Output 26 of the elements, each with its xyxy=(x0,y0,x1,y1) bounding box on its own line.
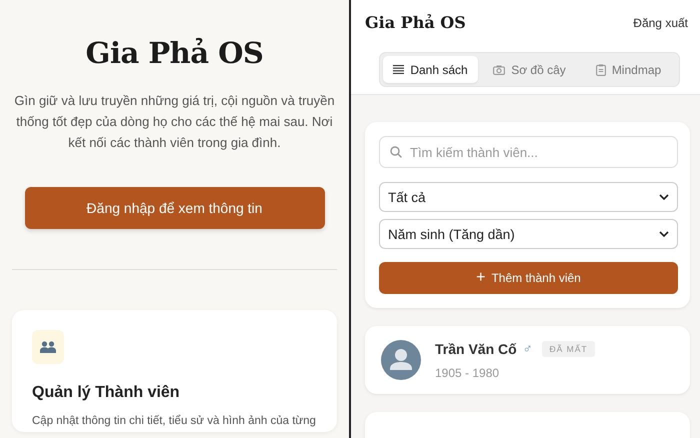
search-field[interactable]: Tìm kiếm thành viên... xyxy=(379,136,678,168)
app-title: Gia Phả OS xyxy=(86,36,264,70)
app-title: Gia Phả OS xyxy=(365,13,466,32)
member-name: Trần Văn Cố xyxy=(435,340,517,356)
status-badge: ĐÃ MẤT xyxy=(542,340,595,356)
view-tab[interactable]: Mindmap xyxy=(581,56,676,83)
member-card[interactable]: Trần Văn Cố ♂ ĐÃ MẤT 1905 - 1980 xyxy=(365,326,690,394)
filter-dropdown[interactable]: Tất cả xyxy=(379,182,678,212)
member-years: 1905 - 1980 xyxy=(435,366,500,380)
clipboard-icon xyxy=(596,64,606,76)
gender-symbol: ♂ xyxy=(522,341,532,356)
feature-description: Cập nhật thông tin chi tiết, tiểu sử và hình ảnh của từng xyxy=(32,414,317,428)
add-member-button[interactable]: + Thêm thành viên xyxy=(379,262,678,294)
list-icon xyxy=(393,65,404,74)
logout-link[interactable]: Đăng xuất xyxy=(633,16,688,30)
people-icon xyxy=(40,341,56,353)
app-description: Gìn giữ và lưu truyền những giá trị, cội nguồn và truyền thống tốt đẹp của dòng họ cho các thế hệ mai sau. Nơi kết nối các thành viên trong gia đình. xyxy=(13,92,336,152)
filter-dropdown[interactable]: Năm sinh (Tăng dần) xyxy=(379,219,678,249)
chevron-down-icon xyxy=(659,231,669,237)
avatar-icon xyxy=(381,340,421,380)
chevron-down-icon xyxy=(659,194,669,200)
view-tab[interactable]: Sơ đồ cây xyxy=(482,56,577,83)
camera-icon xyxy=(493,64,506,74)
view-tab[interactable]: Danh sách xyxy=(383,56,478,83)
feature-title: Quản lý Thành viên xyxy=(32,384,181,402)
login-button[interactable]: Đăng nhập để xem thông tin xyxy=(24,187,324,229)
